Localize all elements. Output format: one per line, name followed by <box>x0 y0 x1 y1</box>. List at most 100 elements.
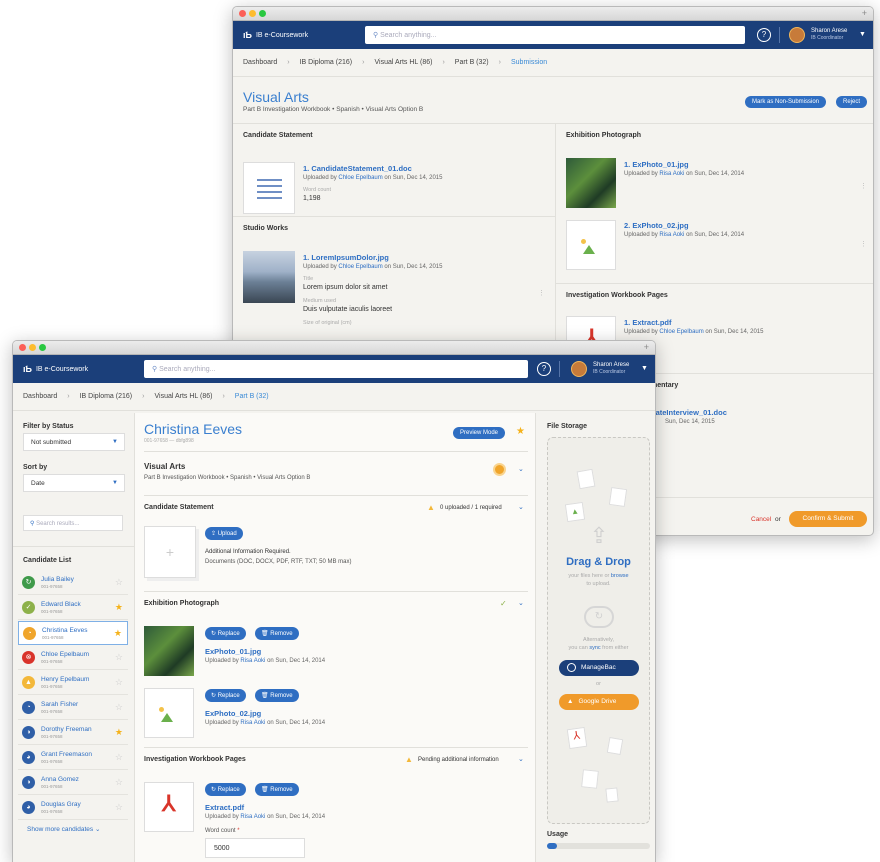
uploader-link[interactable]: Risa Aoki <box>240 720 265 726</box>
user-name[interactable]: Sharon Arese IB Coordinator <box>593 362 629 376</box>
remove-button[interactable]: 🗑 Remove <box>255 627 299 640</box>
star-icon[interactable]: ★ <box>114 628 122 639</box>
replace-button[interactable]: ↻ Replace <box>205 783 246 796</box>
uploader-link[interactable]: Risa Aoki <box>659 171 684 177</box>
avatar[interactable] <box>789 27 805 43</box>
trash-icon: 🗑 <box>261 787 269 793</box>
minimize-dot[interactable] <box>29 344 36 351</box>
file-link[interactable]: 1. CandidateStatement_01.doc <box>303 164 412 173</box>
app-name: IB e-Coursework <box>35 365 89 373</box>
star-icon[interactable]: ☆ <box>115 652 123 663</box>
app-brand[interactable]: ıƄ IB e-Coursework <box>23 364 88 374</box>
search-input[interactable]: ⚲ Search anything... <box>365 26 745 44</box>
show-more-button[interactable]: Show more candidates ⌄ <box>27 825 100 833</box>
browse-link[interactable]: browse <box>611 573 629 579</box>
file-link[interactable]: 1. LoremIpsumDolor.jpg <box>303 253 389 262</box>
sync-link[interactable]: sync <box>589 645 600 651</box>
star-icon[interactable]: ★ <box>516 426 525 437</box>
chevron-down-icon[interactable]: ⌄ <box>518 755 524 763</box>
close-dot[interactable] <box>19 344 26 351</box>
drop-zone[interactable]: ▲ ⇪ Drag & Drop your files here or brows… <box>547 437 650 824</box>
word-count-input[interactable]: 5000 <box>205 838 305 858</box>
trash-icon: 🗑 <box>261 631 269 637</box>
file-link[interactable]: Extract.pdf <box>205 803 244 812</box>
crumb-visual-arts[interactable]: Visual Arts HL (86) <box>154 393 212 400</box>
avatar[interactable] <box>571 361 587 377</box>
sort-select[interactable]: Date ▼ <box>23 474 125 492</box>
cancel-link[interactable]: Cancel <box>751 516 771 523</box>
candidate-row[interactable]: ◕ Douglas Gray 001-97658 ☆ <box>18 796 128 820</box>
uploader-link[interactable]: Chloe Epelbaum <box>338 264 382 270</box>
crumb-visual-arts[interactable]: Visual Arts HL (86) <box>374 59 432 66</box>
close-dot[interactable] <box>239 10 246 17</box>
candidate-row[interactable]: ◑ Dorothy Freeman 001-97658 ★ <box>18 721 128 745</box>
minimize-dot[interactable] <box>249 10 256 17</box>
uploader-link[interactable]: Chloe Epelbaum <box>338 175 382 181</box>
preview-mode-button[interactable]: Preview Mode <box>453 427 506 439</box>
file-link[interactable]: 1. Extract.pdf <box>624 318 672 327</box>
replace-button[interactable]: ↻ Replace <box>205 689 246 702</box>
google-drive-button[interactable]: ▲ Google Drive <box>559 694 639 710</box>
candidate-row[interactable]: ✓ Edward Black 001-97658 ★ <box>18 596 128 620</box>
candidate-row[interactable]: ▲ Henry Epelbaum 001-97658 ☆ <box>18 671 128 695</box>
file-link[interactable]: 2. ExPhoto_02.jpg <box>624 221 689 230</box>
star-icon[interactable]: ★ <box>115 727 123 738</box>
file-link[interactable]: 1. ExPhoto_01.jpg <box>624 160 689 169</box>
star-icon[interactable]: ☆ <box>115 777 123 788</box>
crumb-diploma[interactable]: IB Diploma (216) <box>300 59 353 66</box>
candidate-row[interactable]: ↻ Julia Bailey 001-97658 ☆ <box>18 571 128 595</box>
uploader-link[interactable]: Chloe Epelbaum <box>659 329 703 335</box>
more-icon[interactable]: ⋮ <box>860 182 867 190</box>
reject-button[interactable]: Reject <box>836 96 868 108</box>
file-link[interactable]: ExPhoto_02.jpg <box>205 709 261 718</box>
mark-non-submission-button[interactable]: Mark as Non-Submission <box>745 96 827 108</box>
help-icon[interactable]: ? <box>757 28 771 42</box>
crumb-dashboard[interactable]: Dashboard <box>23 393 57 400</box>
more-icon[interactable]: ⋮ <box>538 289 545 297</box>
remove-button[interactable]: 🗑 Remove <box>255 783 299 796</box>
uploader-link[interactable]: Risa Aoki <box>240 658 265 664</box>
chevron-down-icon[interactable]: ⌄ <box>518 503 524 511</box>
chevron-down-icon[interactable]: ⌄ <box>518 599 524 607</box>
search-input[interactable]: ⚲ Search anything... <box>144 360 528 378</box>
candidate-row[interactable]: ◕ Grant Freemason 001-97658 ☆ <box>18 746 128 770</box>
candidate-row[interactable]: ⊗ Chloe Epelbaum 001-97658 ☆ <box>18 646 128 670</box>
star-icon[interactable]: ☆ <box>115 752 123 763</box>
confirm-submit-button[interactable]: Confirm & Submit <box>789 511 867 527</box>
crumb-diploma[interactable]: IB Diploma (216) <box>80 393 133 400</box>
remove-button[interactable]: 🗑 Remove <box>255 689 299 702</box>
crumb-part-b[interactable]: Part B (32) <box>455 59 489 66</box>
user-name[interactable]: Sharon Arese IB Coordinator <box>811 28 847 42</box>
star-icon[interactable]: ★ <box>115 602 123 613</box>
sidebar-search-input[interactable]: ⚲ Search results... <box>23 515 123 531</box>
candidate-row[interactable]: ◑ Anna Gomez 001-97658 ☆ <box>18 771 128 795</box>
file-link[interactable]: dateInterview_01.doc <box>651 408 727 417</box>
info-text: Additional Information Required. <box>205 549 291 555</box>
chevron-down-icon[interactable]: ▼ <box>859 31 866 38</box>
crumb-dashboard[interactable]: Dashboard <box>243 59 277 66</box>
candidate-row[interactable]: ◔ Christina Eeves 001-97658 ★ <box>18 621 128 645</box>
candidate-row[interactable]: ◔ Sarah Fisher 001-97658 ☆ <box>18 696 128 720</box>
zoom-dot[interactable] <box>259 10 266 17</box>
new-tab-icon[interactable]: + <box>644 342 649 352</box>
star-icon[interactable]: ☆ <box>115 677 123 688</box>
star-icon[interactable]: ☆ <box>115 702 123 713</box>
new-tab-icon[interactable]: + <box>862 8 867 18</box>
uploader-link[interactable]: Risa Aoki <box>240 814 265 820</box>
replace-button[interactable]: ↻ Replace <box>205 627 246 640</box>
help-icon[interactable]: ? <box>537 362 551 376</box>
size-label: Size of original (cm) <box>303 320 352 326</box>
star-icon[interactable]: ☆ <box>115 802 123 813</box>
file-link[interactable]: ExPhoto_01.jpg <box>205 647 261 656</box>
filter-select[interactable]: Not submitted ▼ <box>23 433 125 451</box>
managebac-button[interactable]: ManageBac <box>559 660 639 676</box>
chevron-down-icon[interactable]: ⌄ <box>518 465 524 473</box>
chevron-down-icon[interactable]: ▼ <box>641 365 648 372</box>
app-brand[interactable]: ıƄ IB e-Coursework <box>243 30 308 40</box>
uploader-link[interactable]: Risa Aoki <box>659 232 684 238</box>
zoom-dot[interactable] <box>39 344 46 351</box>
upload-button[interactable]: ⇪ Upload <box>205 527 243 540</box>
statement-section: Candidate Statement ▲ 0 uploaded / 1 req… <box>144 495 528 595</box>
more-icon[interactable]: ⋮ <box>860 240 867 248</box>
star-icon[interactable]: ☆ <box>115 577 123 588</box>
